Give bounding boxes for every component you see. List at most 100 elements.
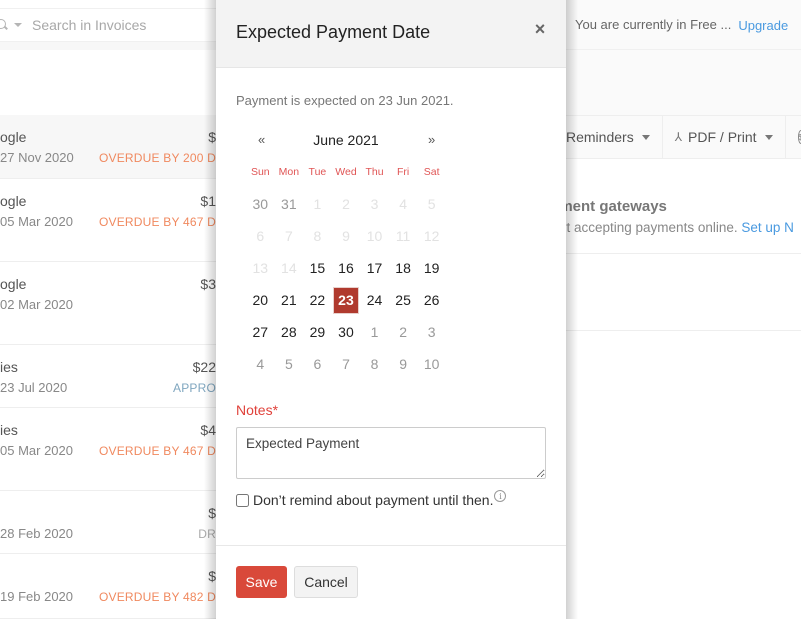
- invoice-row[interactable]: ies05 Mar 2020$4OVERDUE BY 467 D: [0, 408, 216, 491]
- invoice-status: OVERDUE BY 200 D: [98, 151, 216, 165]
- calendar-day[interactable]: 27: [246, 316, 275, 348]
- calendar-day[interactable]: 31: [275, 188, 304, 220]
- calendar-day[interactable]: 5: [275, 348, 304, 380]
- day-number: 30: [338, 324, 354, 340]
- calendar-day[interactable]: 20: [246, 284, 275, 316]
- caret-down-icon: [764, 134, 773, 140]
- calendar-day[interactable]: 19: [417, 252, 446, 284]
- calendar-day[interactable]: 1: [360, 316, 389, 348]
- invoice-status: OVERDUE BY 467 D: [98, 215, 216, 229]
- calendar-day[interactable]: 15: [303, 252, 332, 284]
- invoice-row[interactable]: ies23 Jul 2020$22APPRO: [0, 345, 216, 408]
- cancel-button[interactable]: Cancel: [294, 566, 358, 598]
- day-number: 24: [366, 292, 383, 308]
- day-number: 19: [423, 260, 440, 276]
- weekday-label: Sat: [423, 166, 440, 178]
- calendar-day[interactable]: 3: [417, 316, 446, 348]
- calendar-day[interactable]: 30: [332, 316, 361, 348]
- invoice-detail-pane: You are currently in Free ... Upgrade Re…: [566, 0, 801, 619]
- invoice-row[interactable]: ogle02 Mar 2020$3: [0, 262, 216, 345]
- invoice-date: 05 Mar 2020: [0, 443, 73, 458]
- invoice-date: 19 Feb 2020: [0, 589, 74, 604]
- invoice-row[interactable]: ogle05 Mar 2020$1OVERDUE BY 467 D: [0, 179, 216, 262]
- day-number: 1: [313, 196, 322, 212]
- day-number: 6: [256, 228, 265, 244]
- calendar-day-selected[interactable]: 23: [332, 284, 361, 316]
- calendar-day: 1: [303, 188, 332, 220]
- calendar-day[interactable]: 29: [303, 316, 332, 348]
- calendar-day[interactable]: 21: [275, 284, 304, 316]
- search-input[interactable]: Search in Invoices: [32, 17, 146, 33]
- calendar-day[interactable]: 17: [360, 252, 389, 284]
- calendar-day[interactable]: 4: [246, 348, 275, 380]
- modal-shadow: [204, 0, 216, 619]
- dont-remind-checkbox[interactable]: [236, 493, 249, 507]
- weekday-label: Fri: [396, 166, 410, 178]
- pdf-print-dropdown[interactable]: ⅄ PDF / Print: [663, 115, 786, 159]
- day-number: 9: [342, 228, 350, 244]
- calendar-week: 30 31 1 2 3 4 5: [246, 188, 446, 220]
- calendar-day[interactable]: 30: [246, 188, 275, 220]
- dollar-circle-icon[interactable]: $: [797, 130, 801, 144]
- day-number: 22: [309, 292, 326, 308]
- day-number: 3: [427, 324, 436, 340]
- day-number: 1: [370, 324, 379, 340]
- search-bar[interactable]: Search in Invoices: [0, 8, 216, 42]
- calendar-month-label[interactable]: June 2021: [246, 132, 446, 148]
- setup-link[interactable]: Set up N: [741, 220, 794, 235]
- invoice-date: 23 Jul 2020: [0, 380, 68, 395]
- gateway-description: rt accepting payments online. Set up N: [566, 220, 794, 235]
- calendar-day[interactable]: 9: [389, 348, 418, 380]
- day-number: 6: [313, 356, 322, 372]
- calendar-week: 13 14 15 16 17 18 19: [246, 252, 446, 284]
- calendar-day[interactable]: 24: [360, 284, 389, 316]
- day-number: 10: [423, 356, 440, 372]
- calendar-day: 10: [360, 220, 389, 252]
- calendar-day: 3: [360, 188, 389, 220]
- calendar-day[interactable]: 6: [303, 348, 332, 380]
- calendar-day[interactable]: 2: [389, 316, 418, 348]
- day-number: 28: [281, 324, 297, 340]
- day-number: 7: [342, 356, 350, 372]
- calendar-day[interactable]: 26: [417, 284, 446, 316]
- caret-down-icon: [641, 134, 650, 140]
- reminders-dropdown[interactable]: Reminders: [566, 115, 663, 159]
- weekday-header: Sun Mon Tue Wed Thu Fri Sat: [246, 166, 446, 178]
- dont-remind-label[interactable]: Don’t remind about payment until then.: [253, 492, 493, 508]
- pdf-icon: ⅄: [674, 130, 683, 144]
- calendar-day[interactable]: 10: [417, 348, 446, 380]
- save-button[interactable]: Save: [236, 566, 287, 598]
- calendar-day: 2: [332, 188, 361, 220]
- search-icon[interactable]: [0, 19, 8, 31]
- calendar-day[interactable]: 16: [332, 252, 361, 284]
- next-month-button[interactable]: »: [428, 132, 435, 147]
- day-number: 14: [281, 260, 297, 276]
- day-number: 27: [252, 324, 269, 340]
- list-header-spacer: [0, 42, 216, 50]
- search-filter-caret-icon[interactable]: [14, 23, 22, 27]
- invoice-row[interactable]: ogle27 Nov 2020$OVERDUE BY 200 D: [0, 115, 216, 179]
- day-number: 26: [423, 292, 440, 308]
- weekday-label: Wed: [335, 166, 357, 178]
- dialog-title: Expected Payment Date: [236, 22, 431, 42]
- notes-textarea[interactable]: [236, 427, 546, 479]
- close-icon[interactable]: ×: [530, 19, 550, 39]
- calendar-day[interactable]: 22: [303, 284, 332, 316]
- info-icon[interactable]: i: [494, 490, 507, 502]
- calendar-day[interactable]: 25: [389, 284, 418, 316]
- prev-month-button[interactable]: «: [258, 132, 265, 147]
- day-number: 9: [399, 356, 407, 372]
- day-number: 5: [427, 196, 436, 212]
- invoice-row[interactable]: 28 Feb 2020$DR: [0, 491, 216, 554]
- day-number: 18: [395, 260, 411, 276]
- day-number: 29: [309, 324, 326, 340]
- day-number: 3: [370, 196, 379, 212]
- day-number: 13: [252, 260, 269, 276]
- calendar-day[interactable]: 18: [389, 252, 418, 284]
- calendar-day[interactable]: 28: [275, 316, 304, 348]
- calendar-day[interactable]: 8: [360, 348, 389, 380]
- upgrade-link[interactable]: Upgrade: [738, 18, 788, 33]
- day-number: 2: [399, 324, 407, 340]
- calendar-day[interactable]: 7: [332, 348, 361, 380]
- invoice-row[interactable]: 19 Feb 2020$OVERDUE BY 482 D: [0, 554, 216, 619]
